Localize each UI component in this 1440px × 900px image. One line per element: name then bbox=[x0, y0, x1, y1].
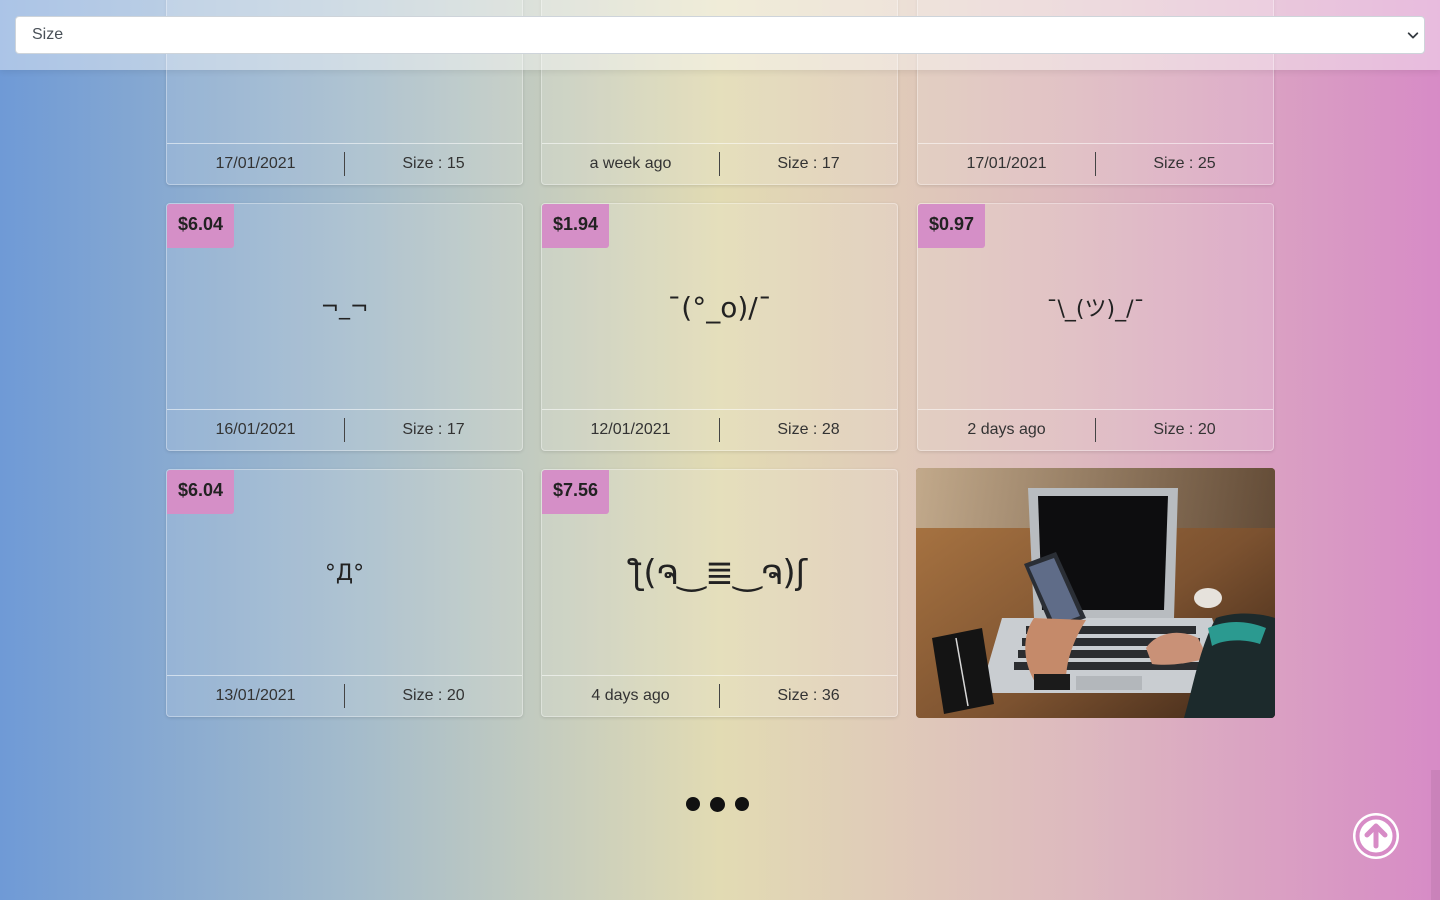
sort-bar: Size bbox=[0, 0, 1440, 70]
emoticon-card[interactable]: ƪ(ຈ‿≣‿ຈ)ʃ $7.56 4 days ago Size : 36 bbox=[541, 469, 898, 717]
chevron-down-icon bbox=[1407, 32, 1419, 39]
emoticon-card[interactable]: ¯\_(ツ)_/¯ $0.97 2 days ago Size : 20 bbox=[917, 203, 1274, 451]
photo-card[interactable] bbox=[916, 468, 1275, 718]
card-footer: 12/01/2021 Size : 28 bbox=[542, 409, 897, 450]
card-date: 2 days ago bbox=[967, 421, 1046, 438]
card-size: Size : 17 bbox=[402, 421, 465, 438]
card-date: 4 days ago bbox=[591, 687, 670, 704]
card-footer: 16/01/2021 Size : 17 bbox=[167, 409, 522, 450]
card-size: Size : 15 bbox=[402, 155, 465, 172]
card-footer: 13/01/2021 Size : 20 bbox=[167, 675, 522, 716]
price-badge: $6.04 bbox=[167, 470, 235, 514]
arrow-up-circle-icon[interactable] bbox=[1352, 812, 1400, 860]
card-footer: 2 days ago Size : 20 bbox=[918, 409, 1273, 450]
card-size: Size : 17 bbox=[777, 155, 840, 172]
emoticon-card[interactable]: ¯(°_o)/¯ $1.94 12/01/2021 Size : 28 bbox=[541, 203, 898, 451]
card-footer: 17/01/2021 Size : 15 bbox=[167, 143, 522, 184]
card-size: Size : 28 bbox=[777, 421, 840, 438]
card-date: 17/01/2021 bbox=[215, 155, 296, 172]
page-scrollbar[interactable] bbox=[1431, 770, 1440, 900]
price-badge: $1.94 bbox=[542, 204, 610, 248]
card-size: Size : 20 bbox=[402, 687, 465, 704]
sort-select[interactable]: Size bbox=[15, 16, 1425, 54]
laptop-phone-photo bbox=[916, 468, 1275, 718]
card-size: Size : 36 bbox=[777, 687, 840, 704]
card-date: 12/01/2021 bbox=[590, 421, 671, 438]
card-date: 13/01/2021 bbox=[215, 687, 296, 704]
card-size: Size : 25 bbox=[1153, 155, 1216, 172]
sort-select-value: Size bbox=[32, 26, 64, 43]
card-date: 17/01/2021 bbox=[966, 155, 1047, 172]
loading-dot bbox=[735, 797, 749, 811]
price-badge: $0.97 bbox=[918, 204, 986, 248]
price-badge: $7.56 bbox=[542, 470, 610, 514]
card-footer: 4 days ago Size : 36 bbox=[542, 675, 897, 716]
ellipsis-loading-icon bbox=[686, 797, 749, 813]
emoticon-card[interactable]: °Д° $6.04 13/01/2021 Size : 20 bbox=[166, 469, 523, 717]
card-size: Size : 20 bbox=[1153, 421, 1216, 438]
loading-dot bbox=[686, 797, 700, 811]
card-footer: 17/01/2021 Size : 25 bbox=[918, 143, 1273, 184]
loading-dot bbox=[710, 797, 725, 812]
card-footer: a week ago Size : 17 bbox=[542, 143, 897, 184]
price-badge: $6.04 bbox=[167, 204, 235, 248]
emoticon-card[interactable]: ¬_¬ $6.04 16/01/2021 Size : 17 bbox=[166, 203, 523, 451]
card-date: a week ago bbox=[589, 155, 672, 172]
card-date: 16/01/2021 bbox=[215, 421, 296, 438]
